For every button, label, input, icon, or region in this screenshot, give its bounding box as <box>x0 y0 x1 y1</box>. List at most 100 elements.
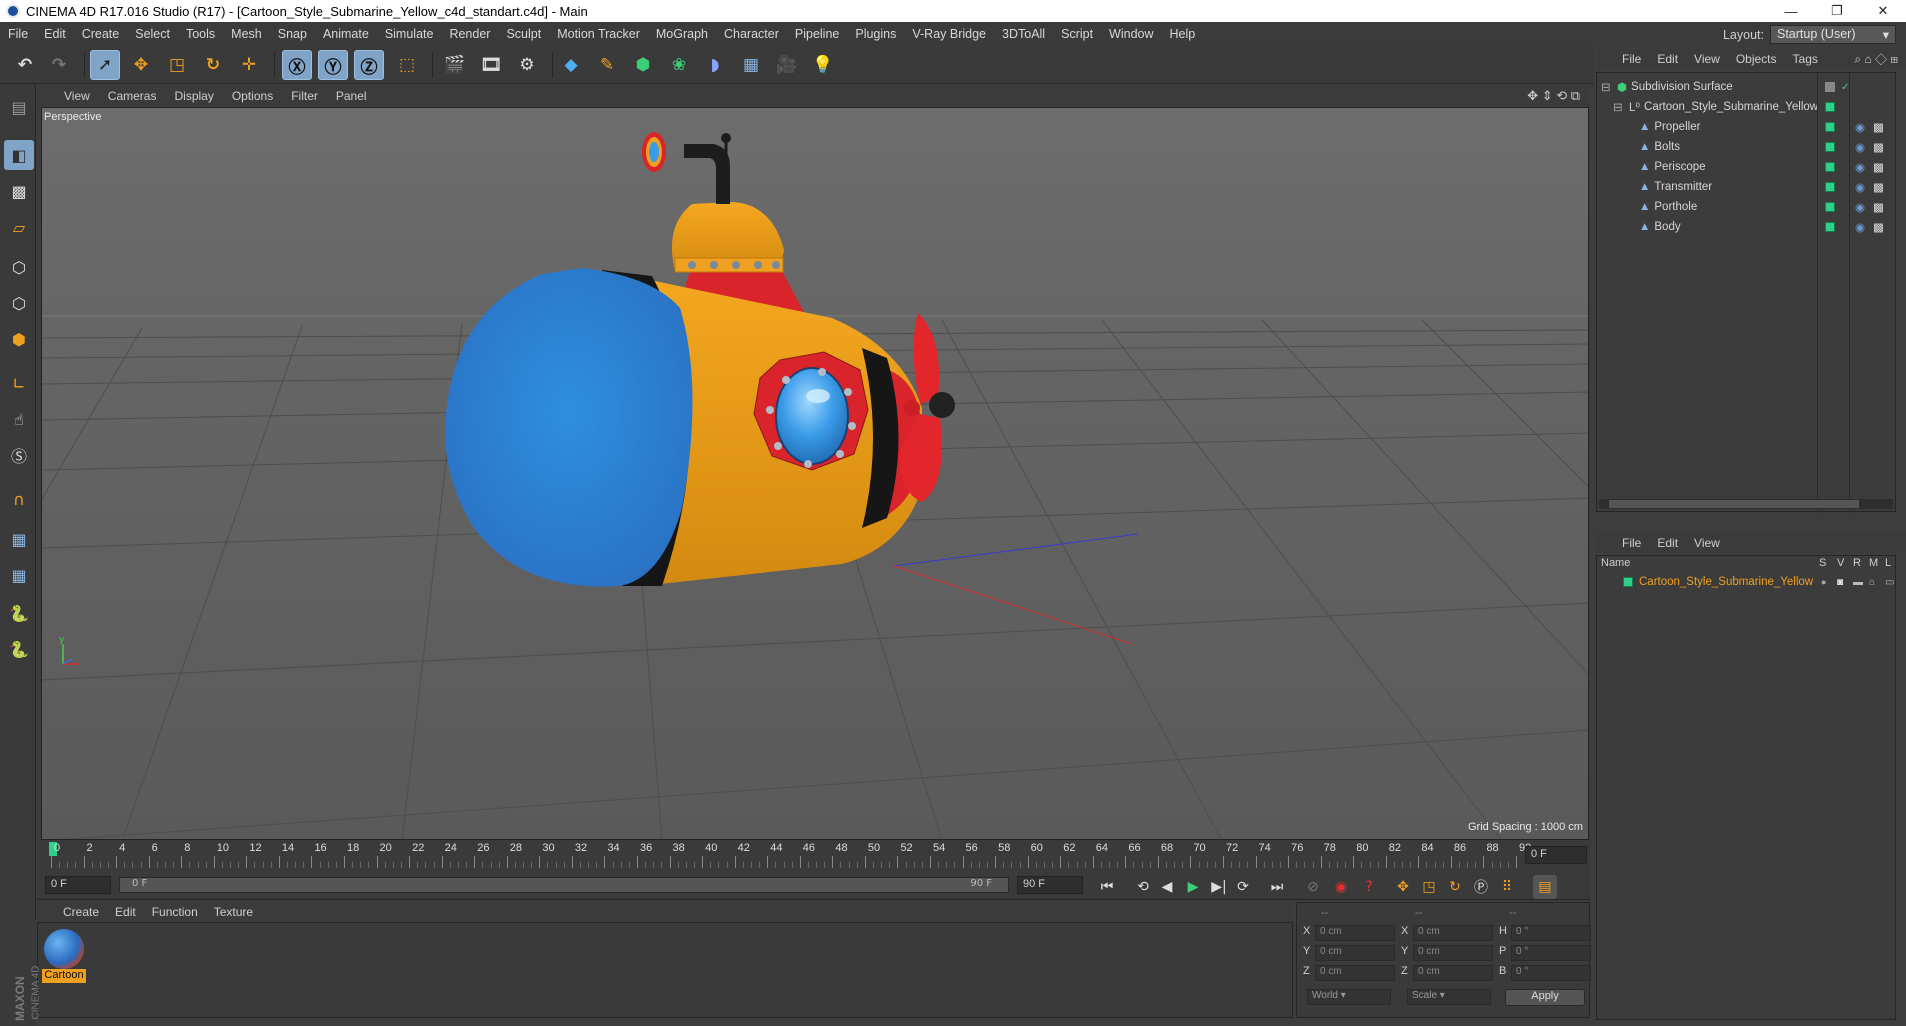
layer-color-icon[interactable] <box>1825 222 1835 232</box>
object-menu-edit[interactable]: Edit <box>1649 52 1686 66</box>
object-menu-objects[interactable]: Objects <box>1728 52 1785 66</box>
restore-button[interactable]: ❐ <box>1814 0 1860 22</box>
layer-color-icon[interactable] <box>1623 577 1633 587</box>
layer-color-icon[interactable] <box>1825 122 1835 132</box>
menu-snap[interactable]: Snap <box>270 27 315 41</box>
next-frame-icon[interactable]: ▶| <box>1207 875 1231 899</box>
menu-vray-bridge[interactable]: V-Ray Bridge <box>904 27 994 41</box>
record-keys-disabled-icon[interactable]: ⊘ <box>1301 875 1325 899</box>
points-mode-icon[interactable]: ⬡ <box>4 252 34 282</box>
menu-motion-tracker[interactable]: Motion Tracker <box>549 27 648 41</box>
menu-character[interactable]: Character <box>716 27 787 41</box>
object-menu-file[interactable]: File <box>1614 52 1649 66</box>
coordinate-system-icon[interactable]: ⬚ <box>392 50 422 80</box>
scrollbar-thumb[interactable] <box>1609 500 1859 508</box>
texture-mode-icon[interactable]: ▩ <box>4 176 34 206</box>
timeline-window-icon[interactable]: ▤ <box>1533 875 1557 899</box>
camera-icon[interactable]: 🎥 <box>772 50 802 80</box>
close-button[interactable]: ✕ <box>1860 0 1906 22</box>
rotation-h-field[interactable]: 0 ° <box>1511 925 1591 941</box>
render-settings-icon[interactable]: ⚙ <box>512 50 542 80</box>
move-icon[interactable]: ✥ <box>126 50 156 80</box>
object-manager-search-icon[interactable]: ⌕ ⌂ ◇ ⊞ <box>1854 52 1898 67</box>
cube-icon[interactable]: ◆ <box>556 50 586 80</box>
layer-color-icon[interactable] <box>1825 202 1835 212</box>
viewport-menu-cameras[interactable]: Cameras <box>99 89 166 103</box>
apply-button[interactable]: Apply <box>1505 989 1585 1006</box>
material-cartoon[interactable]: Cartoon <box>42 927 86 983</box>
menu-window[interactable]: Window <box>1101 27 1161 41</box>
material-tag-icon[interactable]: ◉ <box>1855 180 1865 194</box>
layer-color-icon[interactable] <box>1825 162 1835 172</box>
x-axis-icon[interactable]: Ⓧ <box>282 50 312 80</box>
edit-check-icon[interactable] <box>1825 82 1835 92</box>
edges-mode-icon[interactable]: ⬡ <box>4 288 34 318</box>
layer-color-icon[interactable] <box>1825 142 1835 152</box>
menu-script[interactable]: Script <box>1053 27 1101 41</box>
menu-help[interactable]: Help <box>1162 27 1204 41</box>
uvw-tag-icon[interactable]: ▩ <box>1873 160 1884 174</box>
solo-icon[interactable]: ● <box>1821 577 1826 587</box>
menu-animate[interactable]: Animate <box>315 27 377 41</box>
pen-icon[interactable]: ✎ <box>592 50 622 80</box>
collapse-icon[interactable]: ⊟ <box>1601 80 1613 94</box>
scale-dropdown[interactable]: Scale ▾ <box>1407 989 1491 1005</box>
object-row-transmitter[interactable]: ▲ Transmitter ◉ ▩ <box>1597 177 1897 197</box>
redo-icon[interactable]: ↷ <box>44 50 74 80</box>
next-key-icon[interactable]: ⟳ <box>1231 875 1255 899</box>
axis-mode-icon[interactable]: ∟ <box>4 368 34 398</box>
size-x-field[interactable]: 0 cm <box>1413 925 1493 941</box>
menu-3dtoall[interactable]: 3DToAll <box>994 27 1053 41</box>
light-icon[interactable]: 💡 <box>808 50 838 80</box>
rotation-p-field[interactable]: 0 ° <box>1511 945 1591 961</box>
layer-menu-file[interactable]: File <box>1614 536 1649 550</box>
start-frame-field[interactable]: 0 F <box>45 876 111 894</box>
scale-icon[interactable]: ◳ <box>162 50 192 80</box>
minimize-button[interactable]: — <box>1768 0 1814 22</box>
python-icon[interactable]: 🐍 <box>4 598 34 628</box>
subdivision-icon[interactable]: ⬢ <box>628 50 658 80</box>
menu-pipeline[interactable]: Pipeline <box>787 27 847 41</box>
y-axis-icon[interactable]: Ⓨ <box>318 50 348 80</box>
menu-file[interactable]: File <box>0 27 36 41</box>
planar-workplane-icon[interactable]: ▦ <box>4 560 34 590</box>
menu-simulate[interactable]: Simulate <box>377 27 442 41</box>
size-z-field[interactable]: 0 cm <box>1413 965 1493 981</box>
uvw-tag-icon[interactable]: ▩ <box>1873 200 1884 214</box>
uvw-tag-icon[interactable]: ▩ <box>1873 220 1884 234</box>
key-position-icon[interactable]: ✥ <box>1391 875 1415 899</box>
deformer-icon[interactable]: ◗ <box>700 50 730 80</box>
key-parameter-icon[interactable]: Ⓟ <box>1469 875 1493 899</box>
time-range-slider[interactable]: 0 F 90 F <box>119 877 1009 893</box>
material-menu-create[interactable]: Create <box>55 905 107 919</box>
position-z-field[interactable]: 0 cm <box>1315 965 1395 981</box>
object-row-subdivision-surface[interactable]: ⊟ ⬢ Subdivision Surface ✓ <box>1597 77 1897 97</box>
material-tag-icon[interactable]: ◉ <box>1855 120 1865 134</box>
layout-dropdown[interactable]: Startup (User) ▾ <box>1770 25 1896 44</box>
3d-viewport[interactable]: y <box>41 107 1589 840</box>
viewport-menu-filter[interactable]: Filter <box>282 89 327 103</box>
render-view-icon[interactable]: 🎬 <box>440 50 470 80</box>
prev-frame-icon[interactable]: ◀ <box>1155 875 1179 899</box>
model-mode-icon[interactable]: ◧ <box>4 140 34 170</box>
position-x-field[interactable]: 0 cm <box>1315 925 1395 941</box>
z-axis-icon[interactable]: Ⓩ <box>354 50 384 80</box>
floor-icon[interactable]: ▦ <box>736 50 766 80</box>
material-menu-edit[interactable]: Edit <box>107 905 144 919</box>
locked-icon[interactable]: ▭ <box>1885 577 1894 588</box>
uvw-tag-icon[interactable]: ▩ <box>1873 140 1884 154</box>
goto-end-icon[interactable]: ⏭ <box>1265 875 1289 899</box>
object-manager-scrollbar[interactable] <box>1599 499 1893 509</box>
collapse-icon[interactable]: ⊟ <box>1613 100 1625 114</box>
object-row-body[interactable]: ▲ Body ◉ ▩ <box>1597 217 1897 237</box>
end-frame-field[interactable]: 90 F <box>1017 876 1083 894</box>
keyframe-selection-icon[interactable]: ? <box>1357 875 1381 899</box>
menu-create[interactable]: Create <box>74 27 128 41</box>
render-picture-viewer-icon[interactable]: 🎞 <box>476 50 506 80</box>
menu-mograph[interactable]: MoGraph <box>648 27 716 41</box>
undo-icon[interactable]: ↶ <box>10 50 40 80</box>
tweak-mode-icon[interactable]: ☝ <box>4 404 34 434</box>
rotation-b-field[interactable]: 0 ° <box>1511 965 1591 981</box>
python-script-icon[interactable]: 🐍 <box>4 634 34 664</box>
viewport-menu-display[interactable]: Display <box>165 89 222 103</box>
